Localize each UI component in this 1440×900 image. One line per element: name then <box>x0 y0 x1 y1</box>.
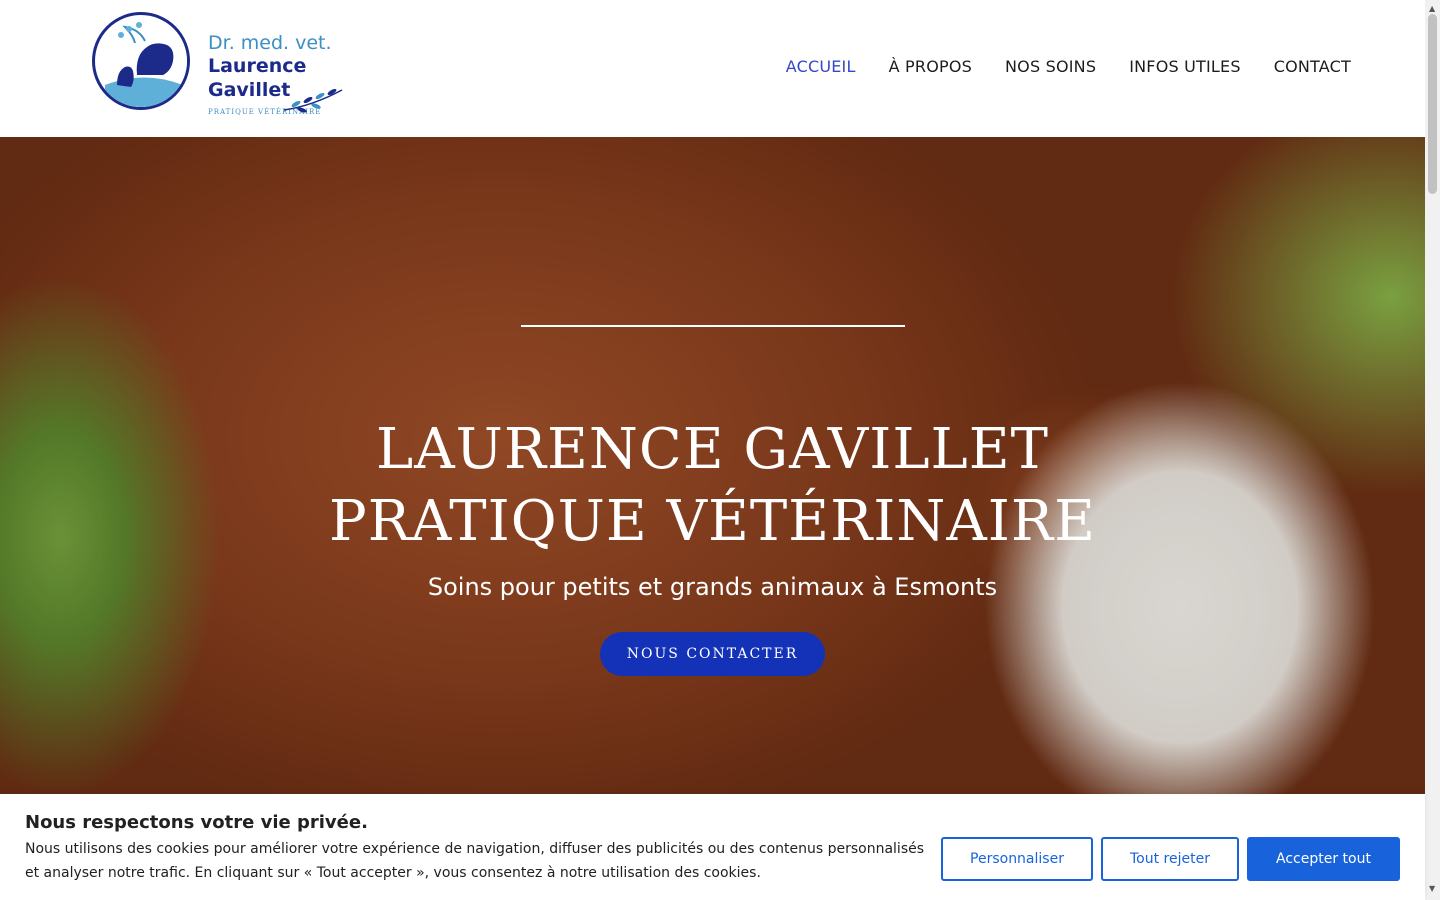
nav-infos-utiles[interactable]: INFOS UTILES <box>1129 57 1241 76</box>
cookie-banner: Nous respectons votre vie privée. Nous u… <box>0 794 1425 900</box>
hero-subtitle: Soins pour petits et grands animaux à Es… <box>427 573 998 601</box>
logo-line1: Dr. med. vet. <box>208 32 332 54</box>
accept-all-button[interactable]: Accepter tout <box>1247 837 1400 881</box>
hero-title: LAURENCE GAVILLET PRATIQUE VÉTÉRINAIRE <box>0 414 1425 558</box>
site-header: Dr. med. vet. Laurence Gavillet PRATIQUE… <box>0 0 1425 137</box>
nav-accueil[interactable]: ACCUEIL <box>786 57 856 76</box>
cookie-title: Nous respectons votre vie privée. <box>25 812 368 833</box>
hero-title-line1: LAURENCE GAVILLET <box>376 417 1049 482</box>
scroll-up-arrow-icon[interactable]: ▲ <box>1429 4 1435 13</box>
contact-cta-button[interactable]: NOUS CONTACTER <box>600 632 825 676</box>
nav-contact[interactable]: CONTACT <box>1274 57 1351 76</box>
olive-branch-icon <box>283 88 343 113</box>
customize-cookies-button[interactable]: Personnaliser <box>941 837 1093 881</box>
reject-all-button[interactable]: Tout rejeter <box>1101 837 1239 881</box>
hero-divider <box>521 325 905 327</box>
site-logo[interactable]: Dr. med. vet. Laurence Gavillet PRATIQUE… <box>92 12 382 116</box>
cookie-text: Nous utilisons des cookies pour améliore… <box>25 841 925 881</box>
scroll-down-arrow-icon[interactable]: ▼ <box>1429 884 1435 893</box>
main-nav: ACCUEIL À PROPOS NOS SOINS INFOS UTILES … <box>753 57 1351 76</box>
scroll-thumb[interactable] <box>1428 14 1437 194</box>
nav-a-propos[interactable]: À PROPOS <box>889 57 972 76</box>
page-scrollbar[interactable]: ▲ ▼ <box>1425 0 1440 900</box>
hero-title-line2: PRATIQUE VÉTÉRINAIRE <box>329 489 1096 554</box>
logo-emblem-icon <box>92 12 190 110</box>
nav-nos-soins[interactable]: NOS SOINS <box>1005 57 1096 76</box>
hero-section: LAURENCE GAVILLET PRATIQUE VÉTÉRINAIRE S… <box>0 137 1425 900</box>
